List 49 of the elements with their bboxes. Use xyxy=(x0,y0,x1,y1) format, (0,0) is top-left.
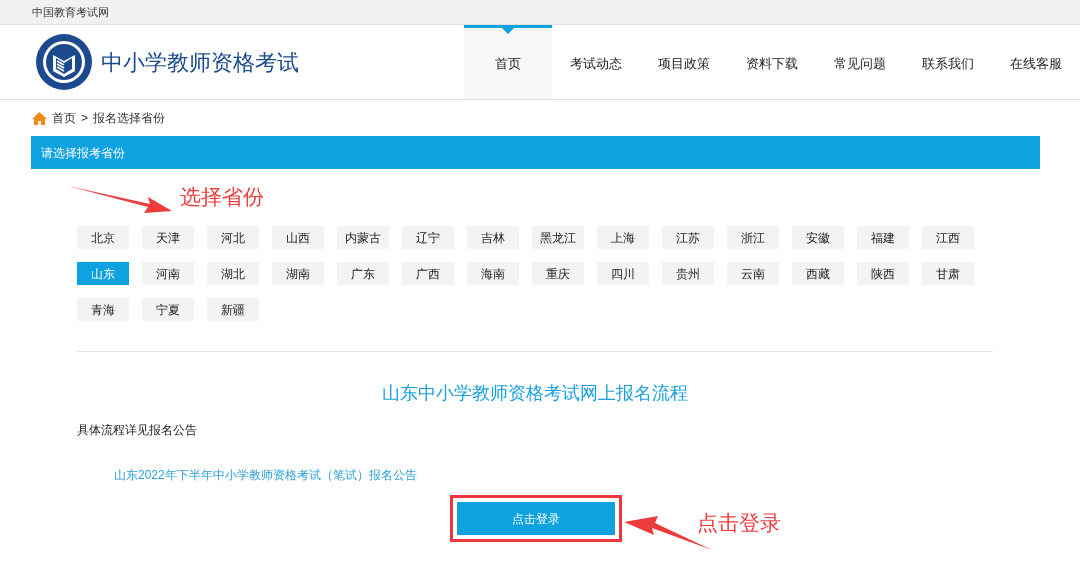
province-button[interactable]: 山西 xyxy=(272,226,324,249)
province-button[interactable]: 甘肃 xyxy=(922,262,974,285)
province-button[interactable]: 宁夏 xyxy=(142,298,194,321)
process-note: 具体流程详见报名公告 xyxy=(77,422,198,439)
province-button[interactable]: 天津 xyxy=(142,226,194,249)
province-button[interactable]: 浙江 xyxy=(727,226,779,249)
annotation-text: 点击登录 xyxy=(697,510,781,536)
nav-tab[interactable]: 在线客服 xyxy=(992,25,1080,99)
province-button[interactable]: 广西 xyxy=(402,262,454,285)
province-button[interactable]: 贵州 xyxy=(662,262,714,285)
province-button[interactable]: 西藏 xyxy=(792,262,844,285)
nav-tab[interactable]: 项目政策 xyxy=(640,25,728,99)
province-button[interactable]: 江苏 xyxy=(662,226,714,249)
panel-title: 请选择报考省份 xyxy=(41,144,125,162)
process-title: 山东中小学教师资格考试网上报名流程 xyxy=(381,382,689,405)
province-button[interactable]: 湖南 xyxy=(272,262,324,285)
province-button[interactable]: 黑龙江 xyxy=(532,226,584,249)
province-button[interactable]: 云南 xyxy=(727,262,779,285)
province-button[interactable]: 内蒙古 xyxy=(337,226,389,249)
province-button[interactable]: 新疆 xyxy=(207,298,259,321)
province-button[interactable]: 陕西 xyxy=(857,262,909,285)
province-button[interactable]: 吉林 xyxy=(467,226,519,249)
home-icon xyxy=(32,111,47,125)
province-button[interactable]: 上海 xyxy=(597,226,649,249)
breadcrumb-current: 报名选择省份 xyxy=(93,110,165,127)
logo-icon xyxy=(35,33,93,91)
province-button[interactable]: 河南 xyxy=(142,262,194,285)
province-button[interactable]: 北京 xyxy=(77,226,129,249)
province-button[interactable]: 湖北 xyxy=(207,262,259,285)
province-button[interactable]: 海南 xyxy=(467,262,519,285)
nav-tab[interactable]: 资料下载 xyxy=(728,25,816,99)
nav-tab[interactable]: 联系我们 xyxy=(904,25,992,99)
province-button[interactable]: 广东 xyxy=(337,262,389,285)
province-button[interactable]: 青海 xyxy=(77,298,129,321)
province-button[interactable]: 辽宁 xyxy=(402,226,454,249)
breadcrumb-separator: > xyxy=(81,110,88,127)
province-button[interactable]: 河北 xyxy=(207,226,259,249)
site-title: 中小学教师资格考试 xyxy=(101,48,299,77)
province-button[interactable]: 安徽 xyxy=(792,226,844,249)
province-button[interactable]: 福建 xyxy=(857,226,909,249)
nav-tab[interactable]: 常见问题 xyxy=(816,25,904,99)
breadcrumb-link[interactable]: 首页 xyxy=(52,109,76,127)
annotation-text: 选择省份 xyxy=(180,184,264,210)
province-button[interactable]: 江西 xyxy=(922,226,974,249)
site-link[interactable]: 中国教育考试网 xyxy=(32,3,109,21)
nav-tab[interactable]: 考试动态 xyxy=(552,25,640,99)
nav-tab[interactable]: 首页 xyxy=(464,25,552,99)
province-button[interactable]: 四川 xyxy=(597,262,649,285)
province-button[interactable]: 重庆 xyxy=(532,262,584,285)
